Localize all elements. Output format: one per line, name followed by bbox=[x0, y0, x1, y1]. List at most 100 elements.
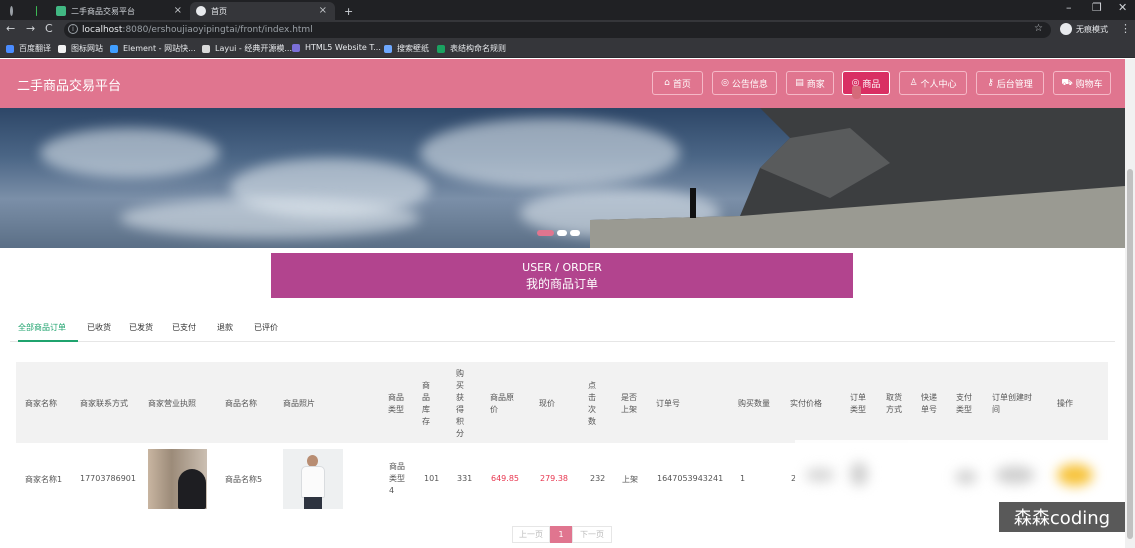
url-host: localhost bbox=[82, 25, 123, 35]
bookmark-item[interactable]: 搜索壁纸 bbox=[384, 43, 429, 54]
nav-label: 商品 bbox=[862, 79, 881, 90]
carousel-dot[interactable] bbox=[570, 230, 580, 236]
page-number-button[interactable]: 1 bbox=[550, 526, 572, 543]
chrome-icon bbox=[4, 2, 18, 20]
prev-page-button[interactable]: 上一页 bbox=[512, 526, 550, 543]
product-name-cell: 商品名称5 bbox=[225, 475, 263, 484]
globe-icon bbox=[196, 6, 206, 16]
table-header-cell: 快递单号 bbox=[921, 393, 937, 414]
address-bar[interactable]: i localhost:8080/ershoujiaoyipingtai/fro… bbox=[64, 22, 1051, 38]
hero-banner[interactable] bbox=[0, 108, 1125, 248]
close-window-icon[interactable]: ✕ bbox=[1118, 1, 1127, 14]
watermark: 森森coding bbox=[999, 502, 1125, 532]
table-header-cell: 商品照片 bbox=[283, 399, 315, 408]
carousel-dot[interactable] bbox=[537, 230, 554, 236]
bookmark-icon bbox=[6, 44, 14, 53]
scrollbar-thumb[interactable] bbox=[1127, 169, 1133, 539]
nav-label: 后台管理 bbox=[996, 79, 1033, 90]
table-header-cell: 是否上架 bbox=[621, 393, 637, 414]
action-button[interactable] bbox=[1057, 464, 1093, 486]
nav-user-center-button[interactable]: ♙ 个人中心 bbox=[899, 71, 967, 95]
price-cell: 279.38 bbox=[540, 474, 568, 483]
section-title: USER / ORDER 我的商品订单 bbox=[271, 253, 853, 298]
mouse-cursor-icon bbox=[852, 86, 861, 99]
table-header-cell: 购买数量 bbox=[738, 399, 770, 408]
tab-all-orders[interactable]: 全部商品订单 bbox=[18, 322, 78, 342]
incognito-indicator[interactable]: 无痕模式 bbox=[1060, 23, 1108, 35]
browser-tab-bar: 二手商品交易平台 × 首页 × + – ❐ ✕ bbox=[0, 0, 1135, 20]
restore-icon[interactable]: ❐ bbox=[1092, 1, 1102, 14]
tab-received[interactable]: 已收货 bbox=[87, 322, 111, 342]
tab-reviewed[interactable]: 已评价 bbox=[254, 322, 278, 342]
tab-refund[interactable]: 退款 bbox=[217, 322, 233, 342]
page-scrollbar[interactable] bbox=[1125, 59, 1135, 548]
table-header-cell: 操作 bbox=[1057, 399, 1073, 408]
site-brand[interactable]: 二手商品交易平台 bbox=[17, 75, 121, 94]
bookmark-star-icon[interactable]: ☆ bbox=[1034, 23, 1043, 34]
product-photo-image[interactable] bbox=[283, 449, 343, 509]
nav-label: 购物车 bbox=[1075, 79, 1103, 90]
vue-icon bbox=[56, 6, 66, 16]
stock-cell: 101 bbox=[424, 474, 440, 483]
reload-icon[interactable]: C bbox=[45, 22, 53, 35]
info-icon[interactable]: i bbox=[68, 24, 78, 34]
app-tab-icon[interactable] bbox=[30, 2, 42, 20]
bookmark-label: HTML5 Website T... bbox=[305, 43, 381, 52]
browser-tab-home[interactable]: 首页 × bbox=[190, 2, 335, 20]
bookmark-icon bbox=[58, 44, 66, 53]
bookmark-label: 搜索壁纸 bbox=[397, 44, 429, 53]
nav-label: 公告信息 bbox=[731, 79, 768, 90]
section-title-en: USER / ORDER bbox=[522, 261, 602, 274]
table-header-cell: 购买获得积分 bbox=[456, 369, 464, 438]
next-page-button[interactable]: 下一页 bbox=[572, 526, 612, 543]
table-header-cell: 商品库存 bbox=[422, 381, 430, 426]
carousel-dot[interactable] bbox=[557, 230, 567, 236]
bookmark-label: 图标网站 bbox=[71, 44, 103, 53]
bookmark-item[interactable]: 表结构命名规则 bbox=[437, 43, 506, 54]
bookmark-icon bbox=[110, 44, 118, 53]
merchant-phone-cell: 17703786901 bbox=[80, 474, 136, 483]
business-license-image[interactable] bbox=[148, 449, 207, 509]
browser-tab-platform[interactable]: 二手商品交易平台 × bbox=[50, 2, 190, 20]
merchant-name-cell: 商家名称1 bbox=[25, 475, 63, 484]
bookmark-item[interactable]: Element - 网站快... bbox=[110, 43, 196, 54]
carousel-indicators bbox=[537, 230, 580, 236]
bookmark-item[interactable]: 图标网站 bbox=[58, 43, 103, 54]
tab-paid[interactable]: 已支付 bbox=[172, 322, 196, 342]
order-tabs: 全部商品订单 已收货 已发货 已支付 退款 已评价 bbox=[10, 322, 1115, 342]
close-tab-icon[interactable]: × bbox=[174, 5, 182, 16]
shop-icon: ▤ bbox=[795, 78, 804, 88]
back-icon[interactable]: ← bbox=[6, 22, 15, 35]
home-icon: ⌂ bbox=[664, 78, 670, 88]
product-type-cell: 商品类型4 bbox=[389, 462, 405, 495]
nav-label: 首页 bbox=[672, 79, 691, 90]
minimize-icon[interactable]: – bbox=[1066, 1, 1072, 14]
bookmark-item[interactable]: HTML5 Website T... bbox=[292, 43, 381, 52]
bookmark-item[interactable]: 百度翻译 bbox=[6, 43, 51, 54]
nav-goods-button[interactable]: ◎ 商品 bbox=[842, 71, 890, 95]
forward-icon[interactable]: → bbox=[26, 22, 35, 35]
bookmark-item[interactable]: Layui - 经典开源模... bbox=[202, 43, 292, 54]
nav-admin-button[interactable]: ⚷ 后台管理 bbox=[976, 71, 1044, 95]
bookmark-icon bbox=[437, 44, 445, 53]
tab-label: 首页 bbox=[211, 6, 227, 16]
nav-notice-button[interactable]: ◎ 公告信息 bbox=[712, 71, 777, 95]
nav-merchant-button[interactable]: ▤ 商家 bbox=[786, 71, 834, 95]
close-tab-icon[interactable]: × bbox=[319, 5, 327, 16]
nav-home-button[interactable]: ⌂ 首页 bbox=[652, 71, 703, 95]
bookmark-icon bbox=[292, 43, 300, 52]
new-tab-button[interactable]: + bbox=[338, 2, 353, 20]
table-header-cell: 商品名称 bbox=[225, 399, 257, 408]
quantity-cell: 1 bbox=[740, 474, 746, 483]
nav-cart-button[interactable]: ⛟ 购物车 bbox=[1053, 71, 1111, 95]
table-header-cell: 实付价格 bbox=[790, 399, 822, 408]
bookmark-icon bbox=[384, 44, 392, 53]
table-header-cell: 现价 bbox=[539, 399, 555, 408]
table-header-cell: 取货方式 bbox=[886, 393, 902, 414]
table-header-cell: 商家名称 bbox=[25, 399, 57, 408]
menu-icon[interactable]: ⋮ bbox=[1120, 22, 1131, 35]
nav-label: 商家 bbox=[806, 79, 825, 90]
clicks-cell: 232 bbox=[590, 474, 606, 483]
pagination: 上一页 1 下一页 bbox=[512, 526, 612, 543]
tab-shipped[interactable]: 已发货 bbox=[129, 322, 153, 342]
